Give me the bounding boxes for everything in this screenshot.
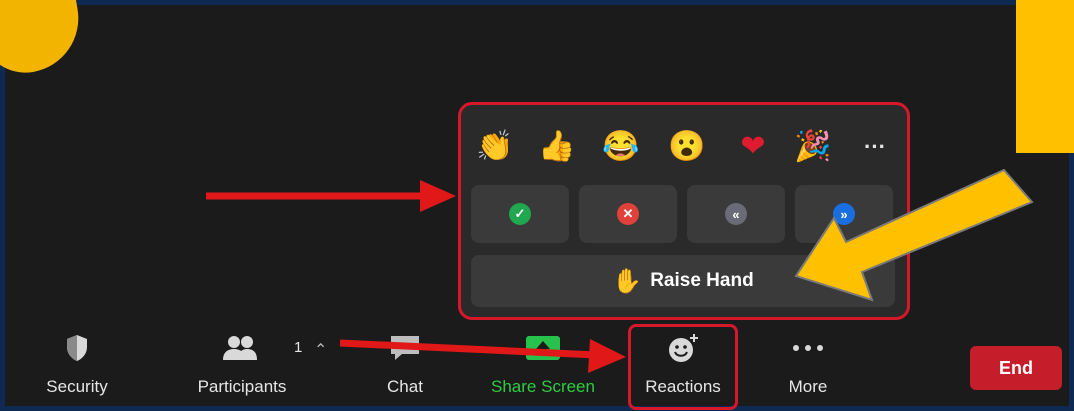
annotation-arrows [206,168,1034,373]
red-arrow-to-popup [206,180,456,212]
yellow-arrow-to-raise-hand [794,168,1034,302]
red-arrow-to-reactions [339,339,626,373]
